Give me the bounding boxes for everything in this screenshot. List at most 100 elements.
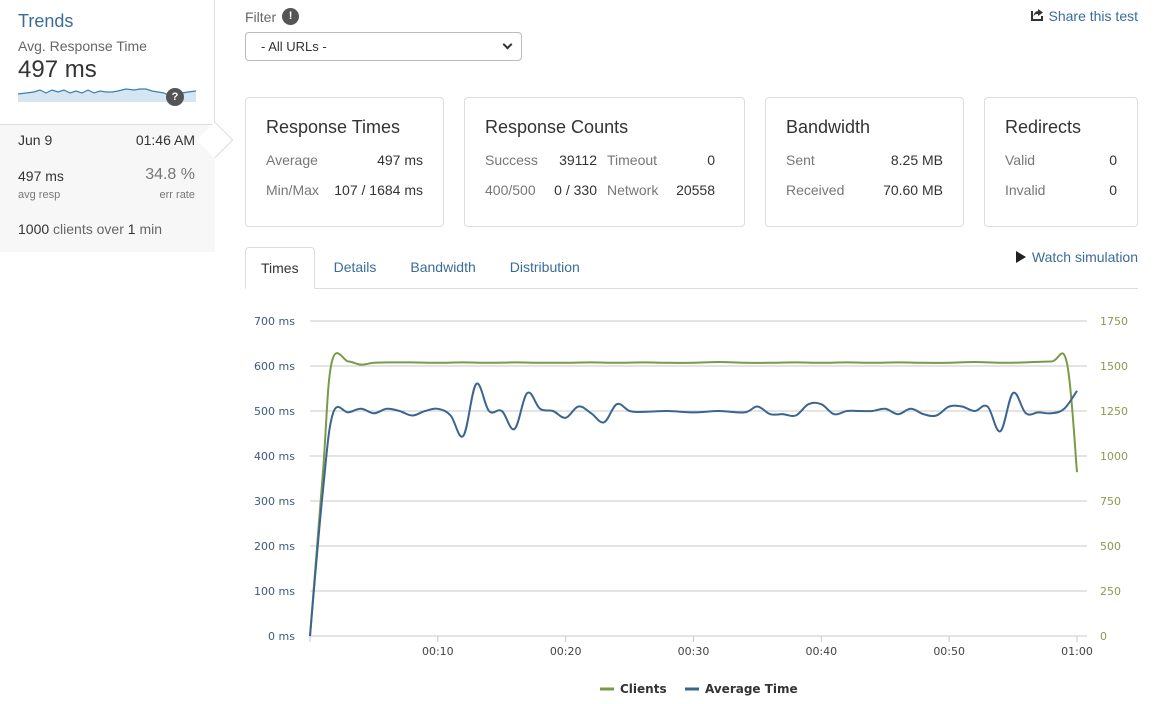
valid-value: 0 (1109, 152, 1117, 168)
summary-metrics: 497 ms avg resp 34.8 % err rate (18, 166, 195, 201)
filter-label-row: Filter ! (245, 8, 300, 25)
avg-resp-value: 497 ms (18, 168, 64, 184)
minmax-label: Min/Max (266, 182, 319, 198)
x-tick-label: 00:40 (805, 645, 837, 658)
tab-bandwidth[interactable]: Bandwidth (395, 247, 490, 288)
x-tick-label: 00:30 (678, 645, 710, 658)
play-icon (1015, 251, 1026, 263)
timeout-label: Timeout (607, 152, 658, 168)
summary-pointer (196, 121, 234, 159)
trend-sparkline[interactable]: ? (18, 86, 196, 108)
response-times-card: Response Times Average 497 ms Min/Max 107 … (245, 97, 444, 227)
series-line-clients (309, 352, 1078, 637)
clients-summary: 1000 clients over 1 min (18, 221, 195, 237)
success-value: 39112 (559, 152, 597, 168)
errors-label: 400/500 (485, 182, 536, 198)
chart-tabs: Times Details Bandwidth Distribution (245, 247, 1138, 289)
chart-grid (310, 320, 1087, 637)
response-times-title: Response Times (266, 117, 401, 137)
x-tick-label: 01:00 (1061, 645, 1093, 658)
y-left-tick-label: 600 ms (254, 360, 295, 373)
response-counts-card: Response Counts Success 39112 Timeout 0 … (464, 97, 745, 227)
trends-sidebar: Trends Avg. Response Time 497 ms ? Jun 9… (0, 0, 234, 252)
url-filter-select[interactable]: - All URLs - (245, 32, 522, 61)
summary-date: Jun 9 (18, 132, 53, 148)
y-left-tick-label: 700 ms (254, 315, 295, 328)
trends-title[interactable]: Trends (18, 10, 196, 32)
watch-simulation-label: Watch simulation (1031, 249, 1138, 265)
duration-count: 1 (127, 221, 136, 237)
share-test-link[interactable]: Share this test (1030, 8, 1139, 24)
err-rate-label: err rate (159, 189, 195, 201)
clients-text: clients over (53, 221, 124, 237)
response-time-chart: 0 ms 100 ms 200 ms 300 ms 400 ms 500 ms 600 ms… (254, 315, 1128, 696)
y-right-tick-label: 250 (1100, 585, 1121, 598)
received-value: 70.60 MB (883, 182, 943, 198)
x-tick-label: 00:10 (422, 645, 454, 658)
watch-simulation-link[interactable]: Watch simulation (1015, 249, 1138, 265)
chart-legend[interactable]: Clients Average Time (600, 682, 798, 696)
y-right-tick-label: 1500 (1100, 360, 1128, 373)
errors-value: 0 / 330 (554, 182, 597, 198)
y-right-tick-label: 750 (1100, 495, 1121, 508)
duration-unit: min (139, 221, 162, 237)
tab-details[interactable]: Details (319, 247, 392, 288)
y-right-tick-label: 1750 (1100, 315, 1128, 328)
y-left-tick-label: 200 ms (254, 540, 295, 553)
summary-date-row: Jun 9 01:46 AM (18, 132, 195, 148)
sent-value: 8.25 MB (890, 152, 943, 168)
timeout-value: 0 (707, 152, 715, 168)
legend-label-clients[interactable]: Clients (620, 682, 667, 696)
bandwidth-title: Bandwidth (786, 117, 871, 137)
avg-resp-label: avg resp (18, 189, 61, 201)
filter-label: Filter (245, 8, 277, 25)
trends-panel: Trends Avg. Response Time 497 ms ? (0, 0, 214, 124)
average-label: Average (266, 152, 318, 168)
response-counts-title: Response Counts (485, 117, 629, 137)
y-left-tick-label: 400 ms (254, 450, 295, 463)
info-icon[interactable]: ! (282, 8, 300, 25)
y-right-tick-label: 1000 (1100, 450, 1128, 463)
chevron-down-icon (502, 39, 513, 50)
invalid-label: Invalid (1005, 182, 1046, 198)
x-tick-label: 00:20 (550, 645, 582, 658)
sent-label: Sent (786, 152, 815, 168)
minmax-value: 107 / 1684 ms (334, 182, 423, 198)
trends-subtitle: Avg. Response Time (18, 38, 147, 54)
network-label: Network (607, 182, 659, 198)
y-left-tick-label: 0 ms (268, 630, 295, 643)
y-left-tick-label: 500 ms (254, 405, 295, 418)
y-right-tick-label: 1250 (1100, 405, 1128, 418)
series-line-average-time (309, 382, 1078, 637)
success-label: Success (485, 152, 538, 168)
received-label: Received (786, 182, 845, 198)
chart-series (309, 352, 1078, 637)
trends-value: 497 ms (18, 56, 97, 83)
tab-distribution[interactable]: Distribution (495, 247, 595, 288)
test-summary: Jun 9 01:46 AM 497 ms avg resp 34.8 % er… (0, 121, 234, 252)
share-icon (1030, 8, 1044, 24)
tab-times[interactable]: Times (245, 247, 315, 289)
x-tick-label: 00:50 (933, 645, 965, 658)
clients-count: 1000 (18, 221, 50, 237)
share-test-label: Share this test (1048, 8, 1139, 24)
y-right-tick-label: 500 (1100, 540, 1121, 553)
left-axis-ticks: 0 ms 100 ms 200 ms 300 ms 400 ms 500 ms 600 ms… (254, 315, 295, 643)
redirects-title: Redirects (1005, 117, 1082, 137)
y-left-tick-label: 300 ms (254, 495, 295, 508)
x-axis-ticks: 00:10 00:20 00:30 00:40 00:50 01:00 (309, 636, 1093, 658)
network-value: 20558 (676, 182, 715, 198)
y-left-tick-label: 100 ms (254, 585, 295, 598)
redirects-card: Redirects Valid 0 Invalid 0 (984, 97, 1138, 227)
err-rate-value: 34.8 % (145, 166, 195, 183)
invalid-value: 0 (1109, 182, 1117, 198)
right-axis-ticks: 0 250 500 750 1000 1250 1500 1750 (1100, 315, 1128, 643)
y-right-tick-label: 0 (1100, 630, 1107, 643)
bandwidth-card: Bandwidth Sent 8.25 MB Received 70.60 MB (765, 97, 964, 227)
summary-time: 01:46 AM (135, 132, 195, 148)
url-filter-value: - All URLs - (261, 39, 327, 54)
help-icon[interactable]: ? (166, 88, 184, 106)
average-value: 497 ms (377, 152, 423, 168)
legend-label-average-time[interactable]: Average Time (705, 682, 798, 696)
valid-label: Valid (1005, 152, 1036, 168)
